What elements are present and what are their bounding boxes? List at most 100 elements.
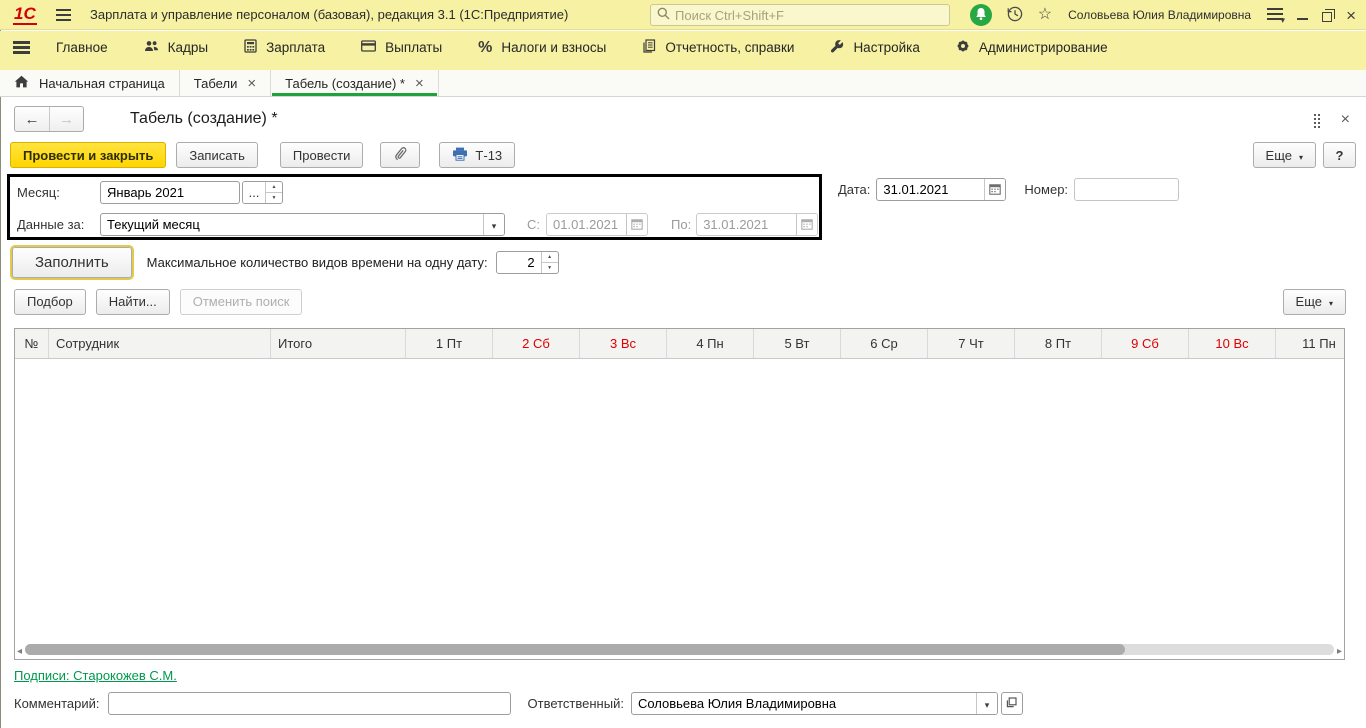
back-arrow-icon [25, 111, 40, 128]
help-button[interactable]: ? [1323, 142, 1356, 168]
column-header[interactable]: 6 Ср [841, 329, 928, 358]
print-t13-button[interactable]: Т-13 [439, 142, 516, 168]
column-header[interactable]: 7 Чт [928, 329, 1015, 358]
calendar-icon[interactable] [984, 178, 1006, 200]
calendar-icon [626, 213, 647, 235]
period-label: Данные за: [17, 216, 85, 232]
search-icon [657, 7, 670, 23]
scroll-right-icon[interactable] [1337, 642, 1342, 657]
month-spinner[interactable] [265, 181, 282, 203]
from-date-input [547, 213, 626, 235]
functions-menu-icon[interactable] [13, 41, 30, 54]
attachments-button[interactable] [380, 142, 421, 168]
1c-logo: 1С [13, 4, 37, 25]
spin-down-icon[interactable] [541, 261, 558, 273]
menu-item-settings[interactable]: Настройка [820, 39, 929, 56]
menu-item-taxes[interactable]: Налоги и взносы [468, 40, 616, 56]
menu-item-payments[interactable]: Выплаты [351, 40, 452, 55]
calendar-icon [796, 213, 818, 235]
number-input[interactable] [1074, 177, 1180, 201]
fill-button[interactable]: Заполнить [12, 246, 132, 278]
number-label: Номер: [1024, 181, 1069, 197]
column-header[interactable]: 8 Пт [1015, 329, 1102, 358]
column-header[interactable]: 9 Сб [1102, 329, 1189, 358]
from-label: С: [527, 216, 540, 232]
menu-item-main[interactable]: Главное [46, 40, 118, 55]
period-select[interactable] [101, 213, 483, 235]
column-header[interactable]: Сотрудник [49, 329, 271, 358]
pick-button[interactable]: Подбор [14, 288, 86, 315]
post-button[interactable]: Провести [279, 142, 364, 168]
history-icon[interactable] [1006, 5, 1024, 26]
percent-icon [478, 40, 492, 56]
column-header[interactable]: 3 Вс [580, 329, 667, 358]
horizontal-scrollbar[interactable] [17, 641, 1342, 657]
column-header[interactable]: 4 Пн [667, 329, 754, 358]
forward-button[interactable] [49, 107, 83, 131]
window-options-icon[interactable] [1313, 113, 1321, 128]
spin-down-icon[interactable] [266, 191, 282, 203]
menu-item-administration[interactable]: Администрирование [946, 39, 1118, 56]
scroll-left-icon[interactable] [17, 642, 22, 657]
column-header[interactable]: № [15, 329, 49, 358]
open-responsible-button[interactable] [1000, 692, 1023, 715]
responsible-dropdown-button[interactable] [975, 693, 997, 714]
menu-item-personnel[interactable]: Кадры [134, 40, 218, 56]
minimize-button[interactable] [1297, 17, 1309, 20]
comment-input[interactable] [107, 692, 511, 715]
list-more-button[interactable]: Еще [1282, 288, 1346, 315]
save-button[interactable]: Записать [176, 142, 258, 168]
tab-home[interactable]: Начальная страница [0, 70, 180, 96]
date-input[interactable] [877, 178, 985, 200]
forward-arrow-icon [59, 111, 74, 128]
chevron-down-icon [1329, 294, 1333, 309]
tab-tabel-create[interactable]: Табель (создание) * [271, 70, 439, 96]
notifications-button[interactable] [969, 4, 992, 26]
month-input[interactable] [100, 180, 240, 204]
scrollbar-thumb[interactable] [25, 643, 1125, 655]
sections-menu: Главное Кадры Зарплата Выплаты Налоги и … [0, 31, 1366, 64]
find-button[interactable]: Найти... [95, 288, 170, 315]
post-and-close-button[interactable]: Провести и закрыть [10, 142, 167, 168]
period-dropdown-button[interactable] [483, 213, 504, 235]
signatures-link[interactable]: Подписи: Старокожев С.М. [14, 668, 177, 683]
table-header: № Сотрудник Итого 1 Пт 2 Сб 3 Вс 4 Пн 5 … [15, 329, 1344, 359]
spin-up-icon[interactable] [542, 252, 558, 262]
column-header[interactable]: 1 Пт [406, 329, 493, 358]
restore-button[interactable] [1322, 8, 1336, 22]
column-header[interactable]: 10 Вс [1189, 329, 1276, 358]
close-tab-icon[interactable] [247, 76, 256, 91]
menu-item-salary[interactable]: Зарплата [234, 39, 335, 56]
close-form-button[interactable] [1341, 112, 1350, 128]
month-select-button[interactable]: ... [243, 181, 265, 203]
column-header[interactable]: 5 Вт [754, 329, 841, 358]
more-button[interactable]: Еще [1252, 142, 1316, 168]
tab-tabeli[interactable]: Табели [180, 70, 272, 96]
title-bar: 1С Зарплата и управление персоналом (баз… [0, 0, 1366, 30]
column-header[interactable]: 2 Сб [493, 329, 580, 358]
to-label: По: [671, 216, 692, 232]
close-tab-icon[interactable] [415, 76, 424, 91]
menu-item-reports[interactable]: Отчетность, справки [632, 39, 804, 56]
max-kinds-input[interactable] [496, 251, 541, 273]
service-menu-icon[interactable] [1267, 8, 1284, 22]
close-window-button[interactable] [1346, 7, 1356, 24]
open-icon [1006, 696, 1018, 711]
column-header[interactable]: 11 Пн [1276, 329, 1344, 358]
search-input[interactable] [675, 7, 943, 23]
bell-icon [975, 7, 987, 24]
main-menu-icon[interactable] [56, 9, 71, 21]
spin-up-icon[interactable] [266, 182, 282, 192]
responsible-select[interactable] [631, 693, 976, 714]
column-header[interactable]: Итого [271, 329, 406, 358]
max-kinds-spinner[interactable] [540, 251, 558, 273]
to-date-input [697, 213, 797, 235]
period-group: Месяц: ... Данные за: С: По: [7, 174, 822, 240]
back-button[interactable] [15, 107, 49, 131]
user-name[interactable]: Соловьева Юлия Владимировна [1066, 8, 1253, 22]
favorites-icon[interactable] [1038, 7, 1052, 23]
timesheet-table[interactable]: № Сотрудник Итого 1 Пт 2 Сб 3 Вс 4 Пн 5 … [14, 328, 1345, 660]
gear-icon [956, 39, 970, 56]
report-icon [642, 39, 656, 56]
global-search[interactable] [650, 4, 950, 26]
